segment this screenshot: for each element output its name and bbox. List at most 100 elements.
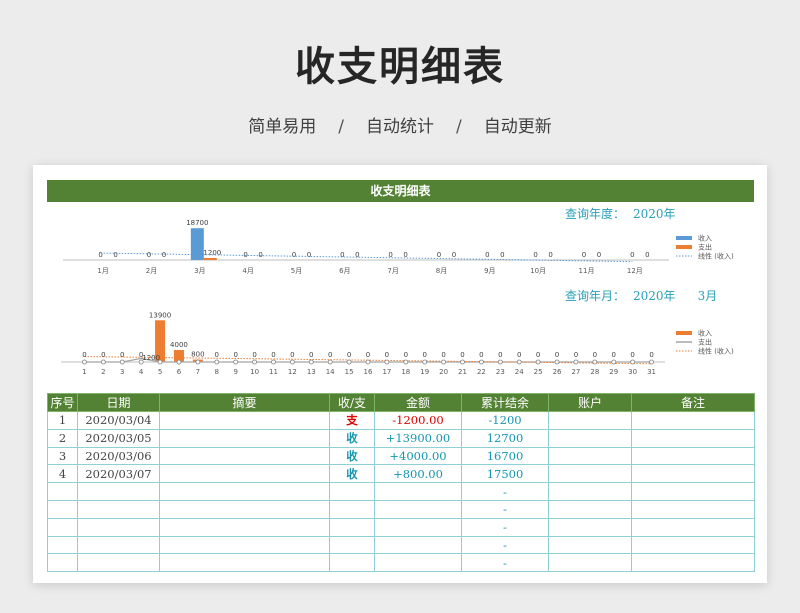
data-label: 0 [307, 251, 311, 259]
cell-type[interactable] [329, 499, 375, 519]
x-tick-label: 4月 [242, 267, 253, 275]
cell-type[interactable] [329, 482, 375, 501]
cell-balance[interactable]: 12700 [461, 428, 549, 448]
cell-summary[interactable] [159, 482, 330, 501]
cell-account[interactable] [548, 517, 632, 537]
cell-no[interactable] [47, 482, 78, 501]
cell-type[interactable] [329, 553, 375, 573]
data-point [346, 359, 352, 365]
cell-amount[interactable]: +800.00 [374, 464, 462, 484]
cell-date[interactable] [77, 517, 160, 537]
cell-date[interactable]: 2020/03/04 [77, 411, 160, 430]
cell-no[interactable]: 3 [47, 446, 78, 466]
data-label: 0 [82, 351, 86, 359]
cell-no[interactable] [47, 499, 78, 519]
data-point [195, 359, 201, 365]
cell-type[interactable] [329, 517, 375, 537]
cell-type[interactable]: 收 [329, 428, 375, 448]
data-label: 0 [162, 251, 166, 259]
cell-balance[interactable]: 17500 [461, 464, 549, 484]
data-label: 0 [649, 351, 653, 359]
x-tick-label: 18 [401, 368, 410, 376]
table-row: 3 2020/03/06 收 +4000.00 16700 [47, 446, 755, 466]
data-label: 0 [292, 251, 296, 259]
cell-account[interactable] [548, 499, 632, 519]
cell-summary[interactable] [159, 411, 330, 430]
cell-no[interactable] [47, 517, 78, 537]
cell-note[interactable] [631, 428, 755, 448]
cell-date[interactable]: 2020/03/07 [77, 464, 160, 484]
cell-no[interactable]: 4 [47, 464, 78, 484]
cell-type[interactable] [329, 535, 375, 555]
cell-amount[interactable] [374, 482, 462, 501]
x-tick-label: 6 [177, 368, 182, 376]
data-point [327, 359, 333, 365]
cell-summary[interactable] [159, 517, 330, 537]
cell-date[interactable]: 2020/03/06 [77, 446, 160, 466]
cell-account[interactable] [548, 446, 632, 466]
cell-amount[interactable]: +13900.00 [374, 428, 462, 448]
cell-date[interactable] [77, 482, 160, 501]
cell-no[interactable]: 1 [47, 411, 78, 430]
cell-balance[interactable]: - [461, 482, 549, 501]
cell-no[interactable] [47, 535, 78, 555]
cell-balance[interactable]: - [461, 517, 549, 537]
data-point [573, 359, 579, 365]
cell-account[interactable] [548, 482, 632, 501]
cell-amount[interactable] [374, 499, 462, 519]
cell-date[interactable] [77, 535, 160, 555]
cell-note[interactable] [631, 535, 755, 555]
data-label: 0 [479, 351, 483, 359]
cell-summary[interactable] [159, 464, 330, 484]
cell-date[interactable] [77, 499, 160, 519]
legend-label: 收入 [698, 234, 712, 243]
cell-summary[interactable] [159, 553, 330, 573]
cell-note[interactable] [631, 482, 755, 501]
cell-account[interactable] [548, 553, 632, 573]
cell-no[interactable] [47, 553, 78, 573]
x-tick-label: 5 [158, 368, 162, 376]
cell-note[interactable] [631, 464, 755, 484]
data-label: 0 [630, 251, 634, 259]
cell-note[interactable] [631, 411, 755, 430]
data-label: 0 [233, 351, 237, 359]
cell-amount[interactable]: +4000.00 [374, 446, 462, 466]
cell-date[interactable] [77, 553, 160, 573]
cell-amount[interactable] [374, 535, 462, 555]
cell-note[interactable] [631, 553, 755, 573]
detail-table: 序号 日期 摘要 收/支 金额 累计结余 账户 备注 1 2020/03/04 支 -1200.00… [47, 393, 755, 573]
cell-note[interactable] [631, 517, 755, 537]
cell-amount[interactable] [374, 517, 462, 537]
cell-type[interactable]: 支 [329, 411, 375, 430]
data-label: 0 [340, 251, 344, 259]
cell-summary[interactable] [159, 535, 330, 555]
cell-date[interactable]: 2020/03/05 [77, 428, 160, 448]
cell-summary[interactable] [159, 428, 330, 448]
cell-balance[interactable]: - [461, 553, 549, 573]
cell-type[interactable]: 收 [329, 464, 375, 484]
cell-amount[interactable] [374, 553, 462, 573]
cell-account[interactable] [548, 535, 632, 555]
x-tick-label: 10 [250, 368, 259, 376]
cell-summary[interactable] [159, 446, 330, 466]
cell-account[interactable] [548, 428, 632, 448]
cell-summary[interactable] [159, 499, 330, 519]
cell-no[interactable]: 2 [47, 428, 78, 448]
table-header-row: 序号 日期 摘要 收/支 金额 累计结余 账户 备注 [47, 393, 755, 412]
bar-income [190, 228, 204, 260]
data-point [554, 359, 560, 365]
cell-amount[interactable]: -1200.00 [374, 411, 462, 430]
data-label: 0 [452, 251, 456, 259]
cell-account[interactable] [548, 411, 632, 430]
cell-note[interactable] [631, 446, 755, 466]
cell-balance[interactable]: 16700 [461, 446, 549, 466]
cell-balance[interactable]: -1200 [461, 411, 549, 430]
cell-note[interactable] [631, 499, 755, 519]
cell-balance[interactable]: - [461, 499, 549, 519]
cell-type[interactable]: 收 [329, 446, 375, 466]
cell-balance[interactable]: - [461, 535, 549, 555]
legend-label: 线性 (收入) [698, 252, 734, 261]
cell-account[interactable] [548, 464, 632, 484]
x-tick-label: 21 [458, 368, 467, 376]
x-tick-label: 9月 [484, 267, 495, 275]
